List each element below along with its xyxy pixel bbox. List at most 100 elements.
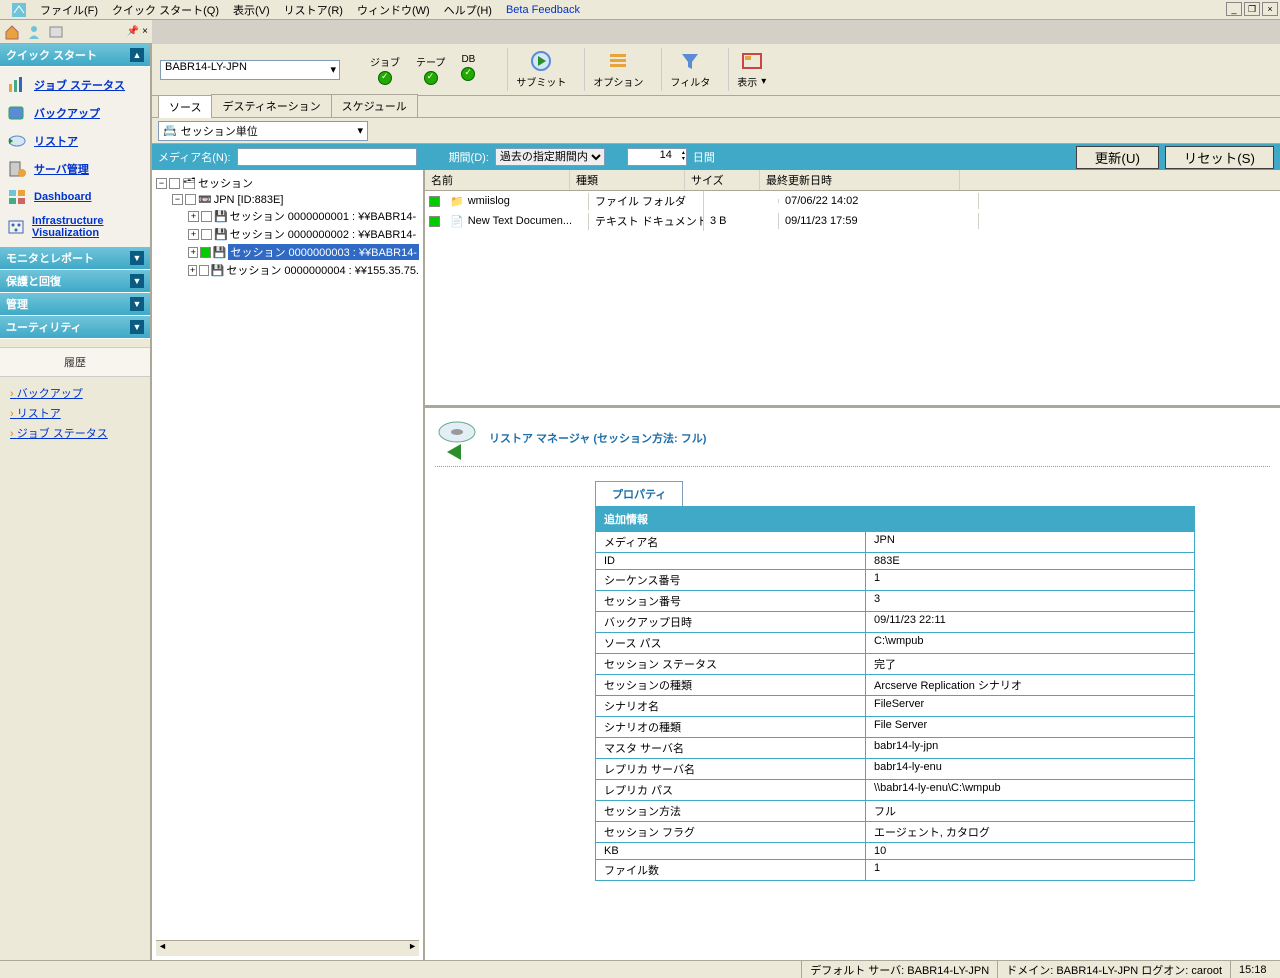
- history-link-restore[interactable]: リストア: [10, 403, 140, 423]
- file-row[interactable]: 📄New Text Documen... テキスト ドキュメント 3 B 09/…: [425, 211, 1280, 231]
- sidebar-item-restore[interactable]: リストア: [2, 127, 148, 155]
- filter-button[interactable]: フィルタ: [661, 48, 718, 91]
- history-link-backup[interactable]: バックアップ: [10, 383, 140, 403]
- restore-button[interactable]: ❐: [1244, 2, 1260, 16]
- days-spinner[interactable]: 14: [627, 148, 687, 166]
- checkbox[interactable]: [429, 196, 440, 207]
- col-type[interactable]: 種類: [570, 170, 685, 190]
- close-button[interactable]: ×: [1262, 2, 1278, 16]
- property-row: シナリオの種類File Server: [596, 716, 1194, 737]
- checkbox[interactable]: [201, 229, 212, 240]
- tree-session-3[interactable]: + 💾 セッション 0000000003 : ¥¥BABR14-: [188, 243, 419, 261]
- sessions-icon: 🗂: [182, 177, 196, 190]
- status-time: 15:18: [1230, 961, 1280, 978]
- mini-toolbar: 📌 ×: [0, 20, 152, 44]
- checkbox[interactable]: [200, 247, 210, 258]
- section-quickstart[interactable]: クイック スタート▲: [0, 44, 150, 67]
- tabs: ソース デスティネーション スケジュール: [152, 96, 1280, 118]
- home-icon[interactable]: [4, 24, 20, 40]
- menu-file[interactable]: ファイル(F): [34, 0, 104, 20]
- status-job: ジョブ: [370, 54, 400, 85]
- submit-icon: [530, 50, 552, 72]
- drive-icon: 💾: [214, 228, 228, 241]
- folder-icon: 📁: [450, 195, 464, 208]
- backup-icon: [6, 103, 28, 123]
- checkbox[interactable]: [199, 265, 208, 276]
- tree-scrollbar[interactable]: [156, 940, 419, 956]
- file-row[interactable]: 📁wmiislog ファイル フォルダ 07/06/22 14:02: [425, 191, 1280, 211]
- drive-icon: 💾: [213, 246, 227, 259]
- sidebar-item-dashboard[interactable]: Dashboard: [2, 183, 148, 211]
- expand-icon[interactable]: −: [172, 194, 183, 205]
- col-name[interactable]: 名前: [425, 170, 570, 190]
- restore-icon: [6, 131, 28, 151]
- expand-icon[interactable]: +: [188, 229, 199, 240]
- tree-session-4[interactable]: + 💾 セッション 0000000004 : ¥¥155.35.75.: [188, 261, 419, 279]
- tab-dest[interactable]: デスティネーション: [211, 94, 331, 117]
- section-protect[interactable]: 保護と回復▼: [0, 270, 150, 293]
- section-utility[interactable]: ユーティリティ▼: [0, 316, 150, 339]
- tab-source[interactable]: ソース: [158, 95, 212, 118]
- checkbox[interactable]: [169, 178, 180, 189]
- properties-table: 追加情報 メディア名JPNID883Eシーケンス番号1セッション番号3バックアッ…: [595, 506, 1195, 881]
- book-icon[interactable]: [48, 24, 64, 40]
- history-link-jobstatus[interactable]: ジョブ ステータス: [10, 423, 140, 443]
- menu-quickstart[interactable]: クイック スタート(Q): [106, 0, 225, 20]
- tree-root[interactable]: − 🗂 セッション: [156, 174, 419, 192]
- history-header: 履歴: [0, 347, 150, 377]
- media-label: メディア名(N):: [158, 149, 231, 165]
- content-area: BABR14-LY-JPN ジョブ テープ DB サブミット オプション フィル…: [152, 44, 1280, 960]
- status-default-server: デフォルト サーバ: BABR14-LY-JPN: [801, 961, 997, 978]
- menu-window[interactable]: ウィンドウ(W): [351, 0, 436, 20]
- minimize-button[interactable]: _: [1226, 2, 1242, 16]
- expand-icon[interactable]: −: [156, 178, 167, 189]
- expand-icon[interactable]: +: [188, 265, 197, 276]
- statusbar: デフォルト サーバ: BABR14-LY-JPN ドメイン: BABR14-LY…: [0, 960, 1280, 978]
- tape-icon: 📼: [198, 193, 212, 206]
- col-date[interactable]: 最終更新日時: [760, 170, 960, 190]
- media-input[interactable]: [237, 148, 417, 166]
- days-unit: 日間: [693, 149, 715, 165]
- sidebar-item-serveradmin[interactable]: サーバ管理: [2, 155, 148, 183]
- update-button[interactable]: 更新(U): [1076, 146, 1159, 169]
- tree-session-2[interactable]: + 💾 セッション 0000000002 : ¥¥BABR14-: [188, 225, 419, 243]
- section-monitor[interactable]: モニタとレポート▼: [0, 247, 150, 270]
- section-admin[interactable]: 管理▼: [0, 293, 150, 316]
- tree-session-1[interactable]: + 💾 セッション 0000000001 : ¥¥BABR14-: [188, 207, 419, 225]
- filter-icon: [679, 50, 701, 72]
- col-size[interactable]: サイズ: [685, 170, 760, 190]
- menu-help[interactable]: ヘルプ(H): [438, 0, 498, 20]
- sidebar: クイック スタート▲ ジョブ ステータス バックアップ リストア サーバ管理 D…: [0, 44, 152, 960]
- properties-section-header: 追加情報: [596, 507, 1194, 531]
- detail-header: リストア マネージャ (セッション方法: フル): [435, 416, 1270, 467]
- period-label: 期間(D):: [449, 149, 489, 165]
- menu-view[interactable]: 表示(V): [227, 0, 276, 20]
- checkbox[interactable]: [429, 216, 440, 227]
- expand-icon[interactable]: +: [188, 247, 198, 258]
- property-row: シーケンス番号1: [596, 569, 1194, 590]
- tab-schedule[interactable]: スケジュール: [331, 94, 418, 117]
- tree-jpn[interactable]: − 📼 JPN [ID:883E]: [172, 192, 419, 207]
- pin-icon[interactable]: 📌 ×: [127, 26, 148, 37]
- file-icon: 📄: [450, 215, 464, 228]
- property-row: レプリカ サーバ名babr14-ly-enu: [596, 758, 1194, 779]
- server-dropdown[interactable]: BABR14-LY-JPN: [160, 60, 340, 80]
- menu-beta[interactable]: Beta Feedback: [500, 2, 586, 18]
- session-mode-dropdown[interactable]: 📇 セッション単位: [158, 121, 368, 141]
- reset-button[interactable]: リセット(S): [1165, 146, 1274, 169]
- checkbox[interactable]: [185, 194, 196, 205]
- sidebar-item-jobstatus[interactable]: ジョブ ステータス: [2, 71, 148, 99]
- period-select[interactable]: 過去の指定期間内: [495, 148, 605, 166]
- checkbox[interactable]: [201, 211, 212, 222]
- sidebar-item-infraviz[interactable]: Infrastructure Visualization: [2, 211, 148, 243]
- show-button[interactable]: 表示▾: [728, 48, 774, 91]
- properties-tab[interactable]: プロパティ: [595, 481, 683, 506]
- menu-restore[interactable]: リストア(R): [278, 0, 349, 20]
- expand-icon[interactable]: +: [188, 211, 199, 222]
- submit-button[interactable]: サブミット: [507, 48, 574, 91]
- jobstatus-icon: [6, 75, 28, 95]
- option-button[interactable]: オプション: [584, 48, 651, 91]
- sidebar-item-backup[interactable]: バックアップ: [2, 99, 148, 127]
- user-icon[interactable]: [26, 24, 42, 40]
- tree-pane[interactable]: − 🗂 セッション − 📼 JPN [ID:883E] +: [152, 170, 425, 960]
